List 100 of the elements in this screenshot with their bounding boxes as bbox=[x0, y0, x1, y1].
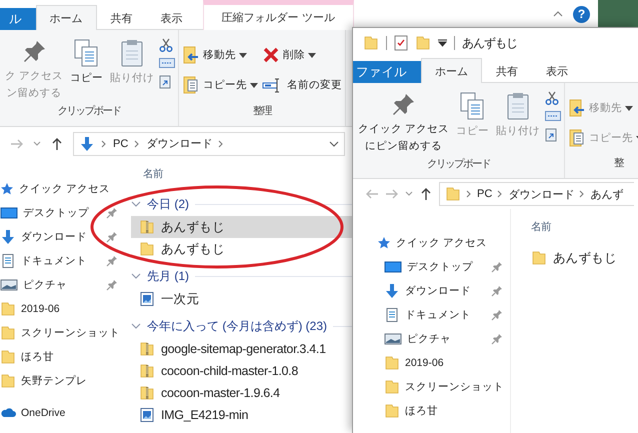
forward-arrow-icon bbox=[385, 187, 399, 201]
breadcrumb-item[interactable]: PC bbox=[477, 188, 492, 200]
forward-arrow-icon bbox=[10, 136, 24, 150]
file-item[interactable]: cocoon-child-master-1.0.8 bbox=[131, 360, 352, 382]
folder-icon bbox=[363, 35, 379, 51]
ribbon-button[interactable]: コピー先 bbox=[182, 70, 258, 100]
chevron-down-icon bbox=[131, 200, 141, 208]
nav-item[interactable]: ダウンロード bbox=[0, 229, 106, 245]
clipboard-icon bbox=[118, 38, 145, 68]
group-header[interactable]: 今日 (2) bbox=[131, 196, 189, 212]
ribbon-tab[interactable]: 圧縮フォルダー ツール bbox=[202, 0, 354, 30]
column-header[interactable]: 名前 bbox=[529, 209, 638, 245]
nav-item[interactable]: デスクトップ bbox=[0, 206, 106, 220]
file-item[interactable]: google-sitemap-generator.3.4.1 bbox=[131, 338, 352, 360]
group-label: 整理 bbox=[252, 104, 272, 119]
nav-item[interactable]: スクリーンショット bbox=[0, 325, 120, 341]
chevron-right-icon bbox=[579, 190, 586, 198]
dropdown-chevron-icon bbox=[329, 140, 339, 146]
nav-item[interactable]: ドキュメント bbox=[377, 307, 491, 323]
nav-item[interactable]: 2019-06 bbox=[377, 355, 503, 371]
ribbon-tab[interactable]: ホーム bbox=[36, 5, 97, 30]
ribbon-tab[interactable]: ホーム bbox=[420, 58, 482, 83]
folder-icon bbox=[415, 35, 431, 51]
nav-item[interactable]: ダウンロード bbox=[377, 283, 491, 299]
nav-item[interactable]: OneDrive bbox=[0, 407, 118, 419]
file-item[interactable]: あんずもじ bbox=[131, 238, 352, 260]
folder-icon bbox=[384, 355, 400, 371]
up-arrow-icon bbox=[50, 136, 64, 150]
nav-item[interactable]: 矢野テンプレ bbox=[0, 373, 118, 389]
folder-icon bbox=[531, 250, 547, 266]
scissors-icon bbox=[544, 91, 559, 105]
breadcrumb-item[interactable]: あんず bbox=[590, 186, 624, 202]
ribbon-tab[interactable]: ル bbox=[0, 8, 36, 30]
cloud-icon bbox=[0, 407, 16, 419]
chevron-down-icon bbox=[131, 322, 141, 330]
address-bar[interactable]: PC ダウンロード あんず bbox=[439, 182, 634, 206]
nav-item[interactable]: ほろ甘 bbox=[0, 349, 118, 365]
folder-icon bbox=[445, 186, 461, 202]
download-icon bbox=[79, 136, 95, 152]
picture-icon bbox=[0, 278, 18, 292]
chevron-right-icon bbox=[134, 140, 140, 148]
file-item[interactable]: あんずもじ bbox=[529, 247, 638, 269]
properties-icon bbox=[394, 35, 408, 51]
ribbon-button[interactable]: コピー bbox=[68, 34, 105, 90]
star-icon bbox=[0, 182, 14, 196]
ribbon-tab[interactable]: ファイル bbox=[353, 61, 421, 83]
nav-item[interactable]: クイック アクセス bbox=[377, 236, 503, 250]
nav-item[interactable]: スクリーンショット bbox=[377, 379, 504, 395]
group-label: 整 bbox=[612, 156, 624, 171]
customize-caret-icon bbox=[438, 39, 447, 47]
nav-item[interactable]: ほろ甘 bbox=[377, 403, 503, 419]
chevron-down-icon bbox=[33, 140, 41, 146]
nav-item[interactable]: ドキュメント bbox=[0, 253, 106, 269]
zip-folder-icon bbox=[139, 219, 155, 235]
ribbon-button[interactable]: クイック アクセス にピン留めする bbox=[356, 87, 451, 158]
file-item[interactable]: IMG_E4219-min bbox=[131, 404, 352, 426]
ribbon-button[interactable]: 削除 bbox=[262, 40, 342, 70]
up-arrow-icon bbox=[419, 187, 433, 201]
back-arrow-icon bbox=[365, 187, 379, 201]
folder-icon bbox=[139, 241, 155, 257]
nav-item[interactable]: ピクチャ bbox=[377, 332, 491, 346]
ribbon-tab[interactable]: 表示 bbox=[532, 59, 582, 83]
ribbon-button[interactable]: 移動先 bbox=[182, 40, 258, 70]
folder-icon bbox=[0, 301, 16, 317]
nav-item[interactable]: デスクトップ bbox=[377, 260, 491, 274]
file-item[interactable]: あんずもじ bbox=[131, 216, 352, 238]
paste-shortcut-icon bbox=[544, 127, 557, 142]
zip-folder-icon bbox=[139, 341, 155, 357]
ribbon-tab[interactable]: 共有 bbox=[482, 59, 532, 83]
ribbon-tab[interactable]: 共有 bbox=[96, 6, 147, 30]
cross-icon bbox=[262, 46, 280, 64]
breadcrumb-item[interactable]: PC bbox=[113, 138, 128, 150]
file-item[interactable]: cocoon-master-1.9.6.4 bbox=[131, 382, 352, 404]
zip-folder-icon bbox=[139, 385, 155, 401]
column-header[interactable]: 名前 bbox=[131, 160, 352, 188]
group-label: クリップボード bbox=[56, 104, 122, 120]
ribbon-tab[interactable]: 表示 bbox=[146, 6, 197, 30]
chevron-right-icon bbox=[497, 190, 504, 198]
nav-item[interactable]: ピクチャ bbox=[0, 278, 106, 292]
group-header[interactable]: 先月 (1) bbox=[131, 268, 189, 284]
file-item[interactable]: 一次元 bbox=[131, 288, 352, 310]
chevron-right-icon bbox=[466, 190, 472, 198]
copy-file-icon bbox=[182, 76, 200, 94]
window-title: あんずもじ bbox=[462, 34, 517, 52]
download-icon bbox=[0, 229, 16, 245]
image-file-icon bbox=[139, 291, 155, 307]
nav-item[interactable]: クイック アクセス bbox=[0, 182, 118, 196]
nav-item[interactable]: 2019-06 bbox=[0, 301, 118, 317]
group-header[interactable]: 今年に入って (今月は含めず) (23) bbox=[131, 318, 327, 334]
caret-up-icon bbox=[553, 11, 563, 17]
folder-icon bbox=[0, 325, 16, 341]
ribbon-button[interactable]: 名前の変更 bbox=[262, 70, 342, 100]
breadcrumb-item[interactable]: ダウンロード bbox=[146, 136, 212, 151]
star-icon bbox=[377, 236, 391, 250]
copy-file-icon bbox=[568, 129, 586, 147]
help-button[interactable]: ? bbox=[573, 6, 590, 22]
breadcrumb-item[interactable]: ダウンロード bbox=[508, 186, 574, 202]
paste-shortcut-icon bbox=[158, 74, 171, 89]
desktop-icon bbox=[0, 206, 18, 220]
address-bar[interactable]: PC ダウンロード bbox=[73, 132, 345, 156]
